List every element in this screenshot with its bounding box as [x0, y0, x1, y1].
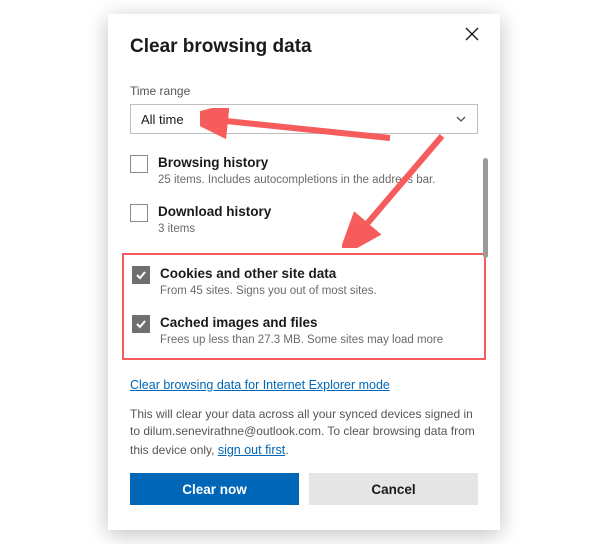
cancel-button[interactable]: Cancel — [309, 473, 478, 505]
checkbox-download-history[interactable] — [130, 204, 148, 222]
option-desc: From 45 sites. Signs you out of most sit… — [160, 284, 476, 299]
options-list: Browsing history 25 items. Includes auto… — [130, 154, 478, 360]
close-icon — [464, 26, 480, 42]
check-icon — [135, 318, 147, 330]
option-download-history: Download history 3 items — [130, 203, 478, 236]
time-range-label: Time range — [130, 84, 478, 98]
sign-out-link[interactable]: sign out first — [218, 443, 285, 457]
check-icon — [135, 269, 147, 281]
option-title: Cookies and other site data — [160, 265, 476, 283]
note-suffix: . — [285, 443, 288, 457]
note-text: This will clear your data across all you… — [130, 407, 475, 457]
annotation-highlight-box: Cookies and other site data From 45 site… — [122, 253, 486, 360]
checkbox-cache[interactable] — [132, 315, 150, 333]
checkbox-cookies[interactable] — [132, 266, 150, 284]
button-row: Clear now Cancel — [130, 473, 478, 505]
sync-note: This will clear your data across all you… — [130, 406, 478, 459]
checkbox-browsing-history[interactable] — [130, 155, 148, 173]
chevron-down-icon — [455, 113, 467, 125]
option-desc: 3 items — [158, 222, 478, 237]
option-cookies: Cookies and other site data From 45 site… — [132, 265, 476, 298]
option-title: Download history — [158, 203, 478, 221]
time-range-value: All time — [141, 112, 184, 127]
clear-now-button[interactable]: Clear now — [130, 473, 299, 505]
time-range-select[interactable]: All time — [130, 104, 478, 134]
option-title: Cached images and files — [160, 314, 476, 332]
dialog-title: Clear browsing data — [130, 36, 478, 58]
option-desc: 25 items. Includes autocompletions in th… — [158, 173, 478, 188]
close-button[interactable] — [464, 26, 486, 48]
option-browsing-history: Browsing history 25 items. Includes auto… — [130, 154, 478, 187]
ie-mode-link[interactable]: Clear browsing data for Internet Explore… — [130, 378, 390, 392]
clear-browsing-data-dialog: Clear browsing data Time range All time … — [108, 14, 500, 530]
option-desc: Frees up less than 27.3 MB. Some sites m… — [160, 333, 476, 348]
option-cache: Cached images and files Frees up less th… — [132, 314, 476, 347]
scrollbar-thumb[interactable] — [483, 158, 488, 258]
option-title: Browsing history — [158, 154, 478, 172]
